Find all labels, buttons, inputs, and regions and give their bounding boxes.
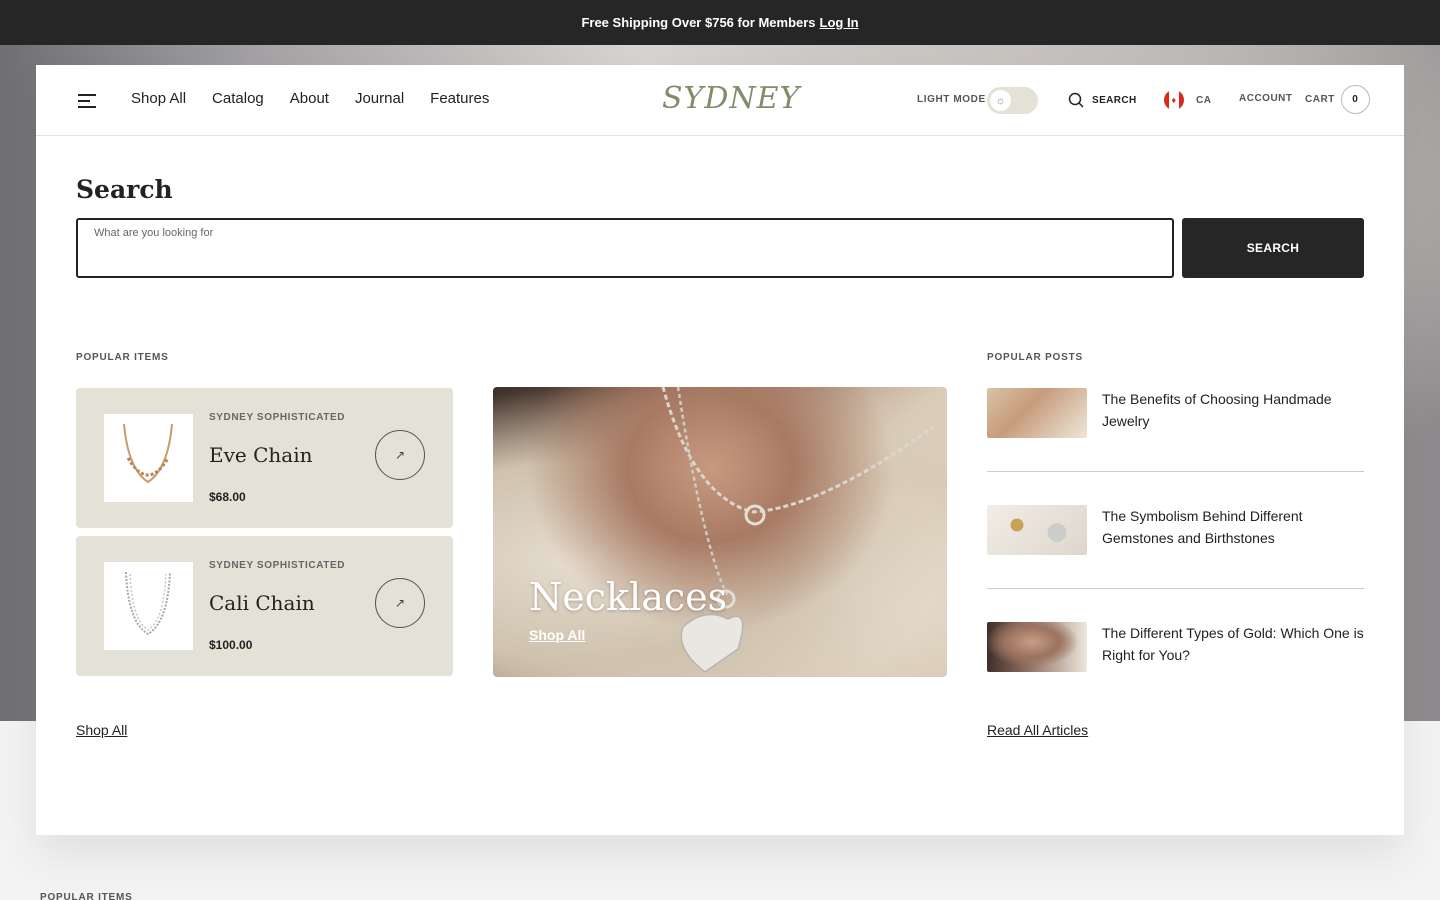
post-title: The Symbolism Behind Different Gemstones… <box>1102 508 1303 546</box>
product-brand: SYDNEY SOPHISTICATED <box>209 412 346 423</box>
country-selector[interactable]: ♦ CA <box>1164 90 1211 110</box>
cart-count-badge: 0 <box>1340 85 1370 114</box>
search-input[interactable] <box>78 220 1172 276</box>
cart-button[interactable]: CART 0 <box>1305 85 1370 114</box>
cart-label: CART <box>1305 94 1335 105</box>
shop-all-link[interactable]: Shop All <box>76 722 127 738</box>
nav-shop-all[interactable]: Shop All <box>131 90 186 107</box>
post-title: The Different Types of Gold: Which One i… <box>1102 625 1364 663</box>
divider <box>987 588 1364 589</box>
product-image <box>104 414 193 502</box>
post-item[interactable]: The Different Types of Gold: Which One i… <box>987 622 1364 672</box>
popular-items-label-below: POPULAR ITEMS <box>40 892 133 900</box>
site-logo[interactable]: SYDNEY <box>662 81 800 116</box>
product-card[interactable]: SYDNEY SOPHISTICATED Cali Chain $100.00 … <box>76 536 453 676</box>
search-icon <box>1068 92 1084 108</box>
search-submit-button[interactable]: SEARCH <box>1182 218 1364 278</box>
post-item[interactable]: The Benefits of Choosing Handmade Jewelr… <box>987 388 1364 438</box>
light-mode-toggle[interactable]: ☼ <box>987 87 1038 114</box>
necklaces-feature-card[interactable]: Necklaces Shop All <box>493 387 947 677</box>
post-title: The Benefits of Choosing Handmade Jewelr… <box>1102 391 1332 429</box>
announcement-bar: Free Shipping Over $756 for Members Log … <box>0 0 1440 45</box>
nav-about[interactable]: About <box>290 90 329 107</box>
popular-items-label: POPULAR ITEMS <box>76 352 169 363</box>
menu-icon[interactable] <box>78 93 96 109</box>
product-card[interactable]: SYDNEY SOPHISTICATED Eve Chain $68.00 ↗ <box>76 388 453 528</box>
product-image <box>104 562 193 650</box>
main-nav: Shop All Catalog About Journal Features <box>131 90 489 107</box>
account-link[interactable]: ACCOUNT <box>1239 93 1293 104</box>
nav-journal[interactable]: Journal <box>355 90 404 107</box>
canada-flag-icon: ♦ <box>1164 90 1184 110</box>
search-panel: Shop All Catalog About Journal Features … <box>36 65 1404 835</box>
product-price: $100.00 <box>209 638 253 652</box>
country-code: CA <box>1196 94 1212 106</box>
search-field-wrapper <box>76 218 1174 278</box>
sun-icon: ☼ <box>990 90 1011 111</box>
feature-shop-all-link[interactable]: Shop All <box>529 627 585 643</box>
post-item[interactable]: The Symbolism Behind Different Gemstones… <box>987 505 1364 555</box>
nav-catalog[interactable]: Catalog <box>212 90 264 107</box>
site-header: Shop All Catalog About Journal Features … <box>36 65 1404 136</box>
feature-title: Necklaces <box>529 575 728 619</box>
post-image <box>987 505 1087 555</box>
light-mode-label: LIGHT MODE <box>917 94 986 105</box>
product-name: Eve Chain <box>209 443 313 467</box>
nav-features[interactable]: Features <box>430 90 489 107</box>
announcement-text: Free Shipping Over $756 for Members <box>581 15 816 30</box>
page-title: Search <box>76 175 173 204</box>
divider <box>987 471 1364 472</box>
popular-posts-label: POPULAR POSTS <box>987 352 1083 363</box>
post-image <box>987 388 1087 438</box>
arrow-up-right-icon[interactable]: ↗ <box>375 578 425 628</box>
post-image <box>987 622 1087 672</box>
header-search-label: SEARCH <box>1092 94 1137 106</box>
login-link[interactable]: Log In <box>820 15 859 30</box>
read-all-articles-link[interactable]: Read All Articles <box>987 722 1088 738</box>
product-brand: SYDNEY SOPHISTICATED <box>209 560 346 571</box>
header-search-button[interactable]: SEARCH <box>1068 92 1137 108</box>
product-name: Cali Chain <box>209 591 315 615</box>
arrow-up-right-icon[interactable]: ↗ <box>375 430 425 480</box>
product-price: $68.00 <box>209 490 246 504</box>
